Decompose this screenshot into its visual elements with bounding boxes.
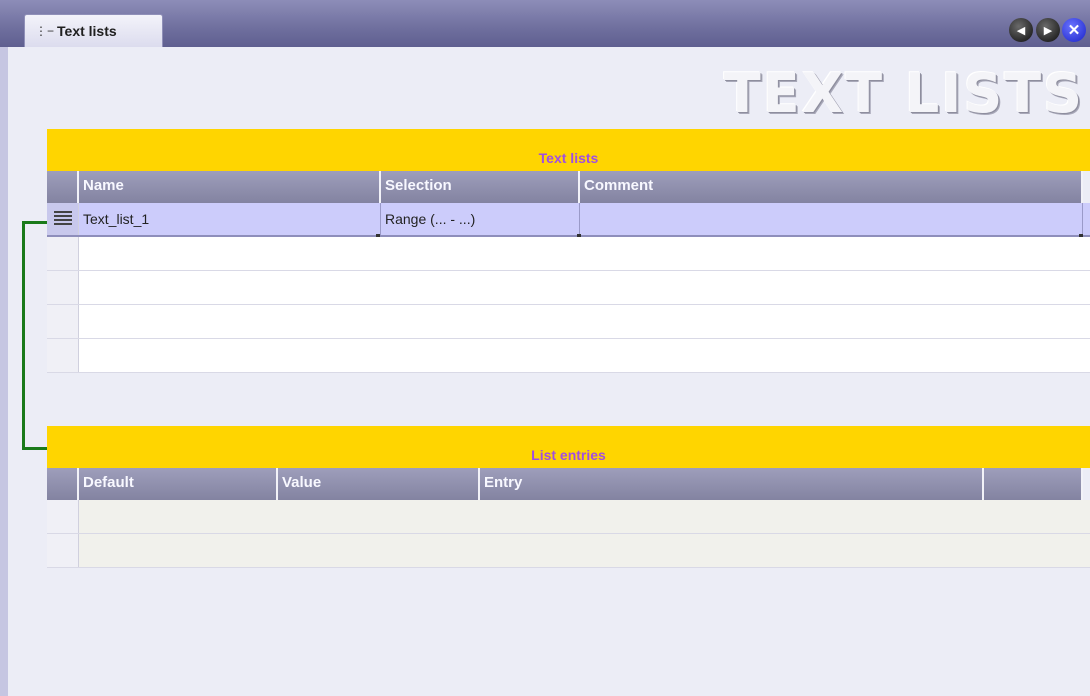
row-selector[interactable] bbox=[47, 339, 79, 372]
left-rail bbox=[0, 47, 8, 696]
column-header-default[interactable]: Default bbox=[79, 468, 278, 500]
section-connector-line bbox=[22, 221, 47, 450]
cell-selection[interactable]: Range (... - ...) bbox=[381, 203, 580, 235]
row-selector[interactable] bbox=[47, 271, 79, 304]
text-lists-section: Text lists Name Selection Comment Text_l… bbox=[47, 129, 1090, 373]
table-row[interactable] bbox=[47, 339, 1090, 373]
row-selector-header[interactable] bbox=[47, 468, 79, 500]
page-title: TEXT LISTS bbox=[723, 62, 1084, 125]
column-header-value[interactable]: Value bbox=[278, 468, 480, 500]
table-row[interactable] bbox=[47, 534, 1090, 568]
row-selector[interactable] bbox=[47, 203, 79, 235]
text-lists-header: Text lists bbox=[47, 129, 1090, 171]
list-entries-section: List entries Default Value Entry bbox=[47, 426, 1090, 568]
column-header-extra[interactable] bbox=[984, 468, 1083, 500]
tab-strip: ⋮− Text lists ◀ ▶ ✕ bbox=[0, 0, 1090, 47]
tab-label: Text lists bbox=[57, 23, 117, 39]
list-entries-grid bbox=[47, 500, 1090, 568]
arrow-left-icon[interactable]: ◀ bbox=[1009, 18, 1033, 42]
list-entries-header: List entries bbox=[47, 426, 1090, 468]
table-row[interactable] bbox=[47, 271, 1090, 305]
arrow-right-icon[interactable]: ▶ bbox=[1036, 18, 1060, 42]
table-row[interactable] bbox=[47, 500, 1090, 534]
tab-text-lists[interactable]: ⋮− Text lists bbox=[24, 14, 163, 47]
table-row[interactable] bbox=[47, 237, 1090, 271]
row-selector[interactable] bbox=[47, 500, 79, 533]
row-selector[interactable] bbox=[47, 237, 79, 270]
column-header-comment[interactable]: Comment bbox=[580, 171, 1083, 203]
column-header-selection[interactable]: Selection bbox=[381, 171, 580, 203]
table-row[interactable] bbox=[47, 305, 1090, 339]
row-selector[interactable] bbox=[47, 305, 79, 338]
text-lists-grid: Text_list_1 Range (... - ...) bbox=[47, 203, 1090, 373]
column-header-entry[interactable]: Entry bbox=[480, 468, 984, 500]
text-lists-column-headers: Name Selection Comment bbox=[47, 171, 1090, 203]
text-list-icon: ⋮− bbox=[35, 24, 55, 38]
list-entries-column-headers: Default Value Entry bbox=[47, 468, 1090, 500]
list-icon bbox=[53, 211, 72, 227]
row-selector-header[interactable] bbox=[47, 171, 79, 203]
cell-comment[interactable] bbox=[580, 203, 1083, 235]
column-header-name[interactable]: Name bbox=[79, 171, 381, 203]
close-icon[interactable]: ✕ bbox=[1062, 18, 1086, 42]
table-row[interactable]: Text_list_1 Range (... - ...) bbox=[47, 203, 1090, 238]
row-selector[interactable] bbox=[47, 534, 79, 567]
cell-name[interactable]: Text_list_1 bbox=[79, 203, 381, 235]
